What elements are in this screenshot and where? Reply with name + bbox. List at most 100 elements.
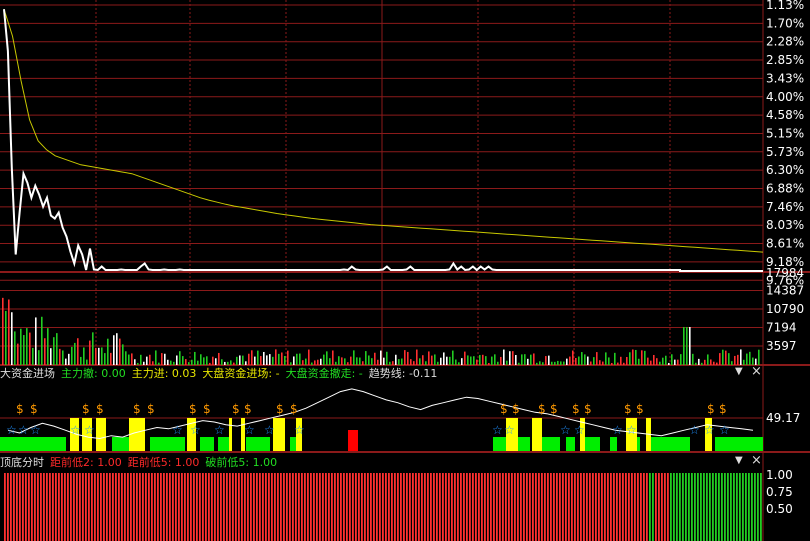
volume-bar [362,361,364,365]
volume-bar [260,356,262,365]
bottom-bar [427,473,429,541]
volume-bar [38,350,40,365]
bottom-bar [232,473,234,541]
bottom-bar [667,473,669,541]
volume-bar [758,349,760,365]
bottom-bar [202,473,204,541]
volume-bar [629,352,631,365]
bottom-bar [88,473,90,541]
bottom-bar [415,473,417,541]
fund-close-icon[interactable]: × [751,364,762,379]
volume-bar [587,356,589,365]
bottom-bar [112,473,114,541]
bottom-bar [76,473,78,541]
bottom-tick-label: 0.75 [766,485,793,499]
volume-bar [14,331,16,365]
bottom-bar [550,473,552,541]
price-tick-label: 4.58% [766,108,804,122]
star-marker: ☆ [264,423,275,437]
volume-bar [476,359,478,365]
bottom-bar [463,473,465,541]
bottom-bar [601,473,603,541]
volume-bar [452,350,454,365]
volume-bar [221,359,223,365]
bottom-bar [34,473,36,541]
volume-bar [47,328,49,365]
bottom-bars [4,473,762,541]
bottom-bar [571,473,573,541]
price-tick-label: 3.43% [766,71,804,85]
volume-bar [101,347,103,365]
volume-bar [122,344,124,365]
bottom-bar [118,473,120,541]
bottom-bar [67,473,69,541]
volume-tick-label: 14387 [766,284,804,298]
volume-bar [353,350,355,365]
bottom-bar [226,473,228,541]
bottom-dropdown-icon[interactable]: ▼ [735,455,743,466]
bottom-bar [652,473,654,541]
bottom-bar [343,473,345,541]
volume-bar [218,352,220,365]
volume-bar [389,361,391,365]
bottom-bar [142,473,144,541]
volume-bar [206,356,208,365]
volume-bar [314,360,316,365]
fund-green-bar [610,437,617,451]
volume-bars [2,297,760,365]
bottom-bar [280,473,282,541]
bottom-bar [181,473,183,541]
bottom-bar [256,473,258,541]
bottom-bar [508,473,510,541]
volume-bar [8,299,10,365]
star-marker: ☆ [6,423,17,437]
volume-bar [503,349,505,365]
fund-green-bar [200,437,214,451]
bottom-bar [85,473,87,541]
bottom-bar [451,473,453,541]
volume-bar [17,343,19,365]
bottom-bar [106,473,108,541]
bottom-close-icon[interactable]: × [751,453,762,468]
volume-bar [98,347,100,365]
bottom-bar [712,473,714,541]
volume-bar [488,362,490,365]
bottom-bar [541,473,543,541]
bottom-bar [385,473,387,541]
star-marker: ☆ [612,423,623,437]
bottom-bar [121,473,123,541]
volume-bar [677,359,679,365]
bottom-bar [319,473,321,541]
bottom-bar [676,473,678,541]
volume-bar [443,352,445,365]
bottom-bar [178,473,180,541]
bottom-bar [640,473,642,541]
volume-bar [377,359,379,365]
bottom-bar [262,473,264,541]
bottom-bar [472,473,474,541]
fund-dropdown-icon[interactable]: ▼ [735,366,743,377]
bottom-bar [742,473,744,541]
bottom-bar [466,473,468,541]
volume-bar [35,317,37,365]
bottom-bar [739,473,741,541]
bottom-bar [55,473,57,541]
volume-bar [674,359,676,365]
star-marker: ☆ [190,423,201,437]
bottom-bar [73,473,75,541]
bottom-bar [424,473,426,541]
volume-bar [116,333,118,365]
volume-bar [575,357,577,365]
dollar-marker: $ [624,402,632,416]
bottom-bar [307,473,309,541]
bottom-bar [235,473,237,541]
bottom-bar [454,473,456,541]
volume-bar [173,361,175,365]
bottom-bar [40,473,42,541]
bottom-bar [223,473,225,541]
volume-bar [242,355,244,365]
bottom-bar [322,473,324,541]
bottom-header-break5: 破前低5: 1.00 [205,456,278,469]
price-tick-label: 2.85% [766,53,804,67]
star-marker: ☆ [689,423,700,437]
